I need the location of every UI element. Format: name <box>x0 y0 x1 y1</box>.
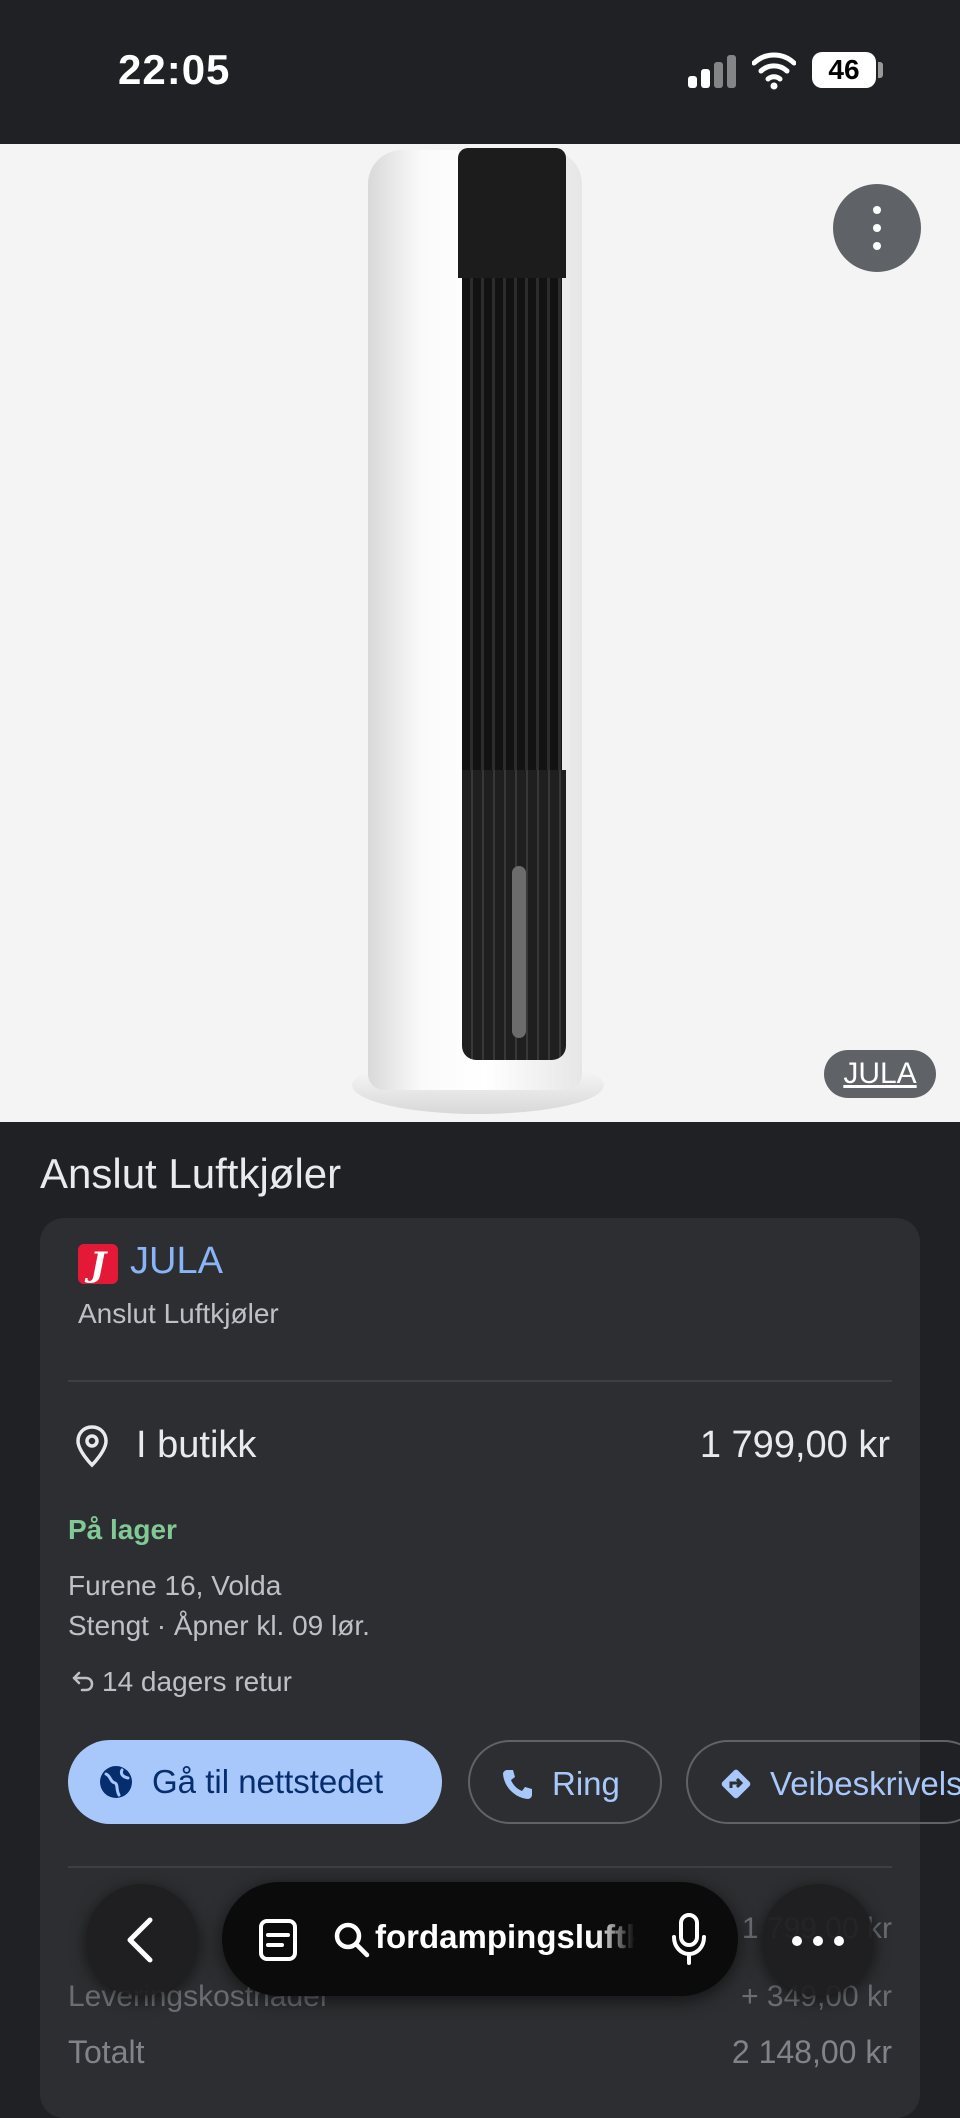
directions-button[interactable]: Veibeskrivelse <box>686 1740 960 1824</box>
battery-tip <box>878 62 883 78</box>
cooler-top <box>458 148 566 278</box>
divider <box>68 1380 892 1382</box>
total-label: Totalt <box>68 2034 145 2070</box>
divider <box>68 1866 892 1868</box>
price: 1 799,00 kr <box>699 1424 890 1466</box>
more-menu-button[interactable] <box>762 1884 874 1996</box>
stock-status: På lager <box>68 1514 177 1545</box>
search-icon <box>334 1922 370 1958</box>
product-image[interactable]: JULA <box>0 144 960 1122</box>
location-pin-icon <box>76 1425 108 1468</box>
store-hours: Stengt · Åpner kl. 09 lør. <box>68 1610 370 1641</box>
globe-icon <box>100 1766 132 1798</box>
more-options-button[interactable] <box>833 184 921 272</box>
cooler-grille <box>462 278 562 770</box>
total-row: Totalt 2 148,00 kr <box>68 2034 892 2071</box>
back-button[interactable] <box>86 1884 198 1996</box>
store-name-link[interactable]: JULA <box>130 1240 223 1283</box>
phone-icon <box>503 1770 532 1799</box>
return-icon <box>72 1671 94 1692</box>
status-time: 22:05 <box>118 46 231 93</box>
return-policy: 14 dagers retur <box>102 1666 292 1697</box>
cellular-signal-icon <box>688 54 738 88</box>
call-button[interactable]: Ring <box>468 1740 662 1824</box>
chevron-left-icon <box>127 1917 153 1963</box>
visit-website-button[interactable]: Gå til nettstedet <box>68 1740 442 1824</box>
tabs-icon[interactable] <box>258 1918 298 1962</box>
microphone-icon[interactable] <box>670 1912 708 1966</box>
store-address: Furene 16, Volda <box>68 1570 282 1601</box>
directions-label: Veibeskrivelse <box>770 1765 960 1802</box>
directions-icon <box>721 1769 751 1799</box>
availability-channel: I butikk <box>136 1424 257 1466</box>
visit-website-label: Gå til nettstedet <box>152 1763 384 1800</box>
status-bar: 22:05 46 <box>0 0 960 144</box>
search-toolbar: fordampingsluftkjøler <box>222 1882 738 1996</box>
product-title: Anslut Luftkjøler <box>40 1150 342 1197</box>
image-source-link[interactable]: JULA <box>824 1050 936 1098</box>
call-label: Ring <box>552 1765 620 1802</box>
cooler-control-panel <box>512 866 526 1038</box>
wifi-icon <box>752 52 796 90</box>
store-logo: J <box>78 1244 118 1285</box>
total-value: 2 148,00 kr <box>731 2034 892 2070</box>
search-query[interactable]: fordampingsluftkjøler <box>375 1918 635 1956</box>
battery-indicator: 46 <box>812 52 876 88</box>
store-product-name: Anslut Luftkjøler <box>78 1298 279 1329</box>
